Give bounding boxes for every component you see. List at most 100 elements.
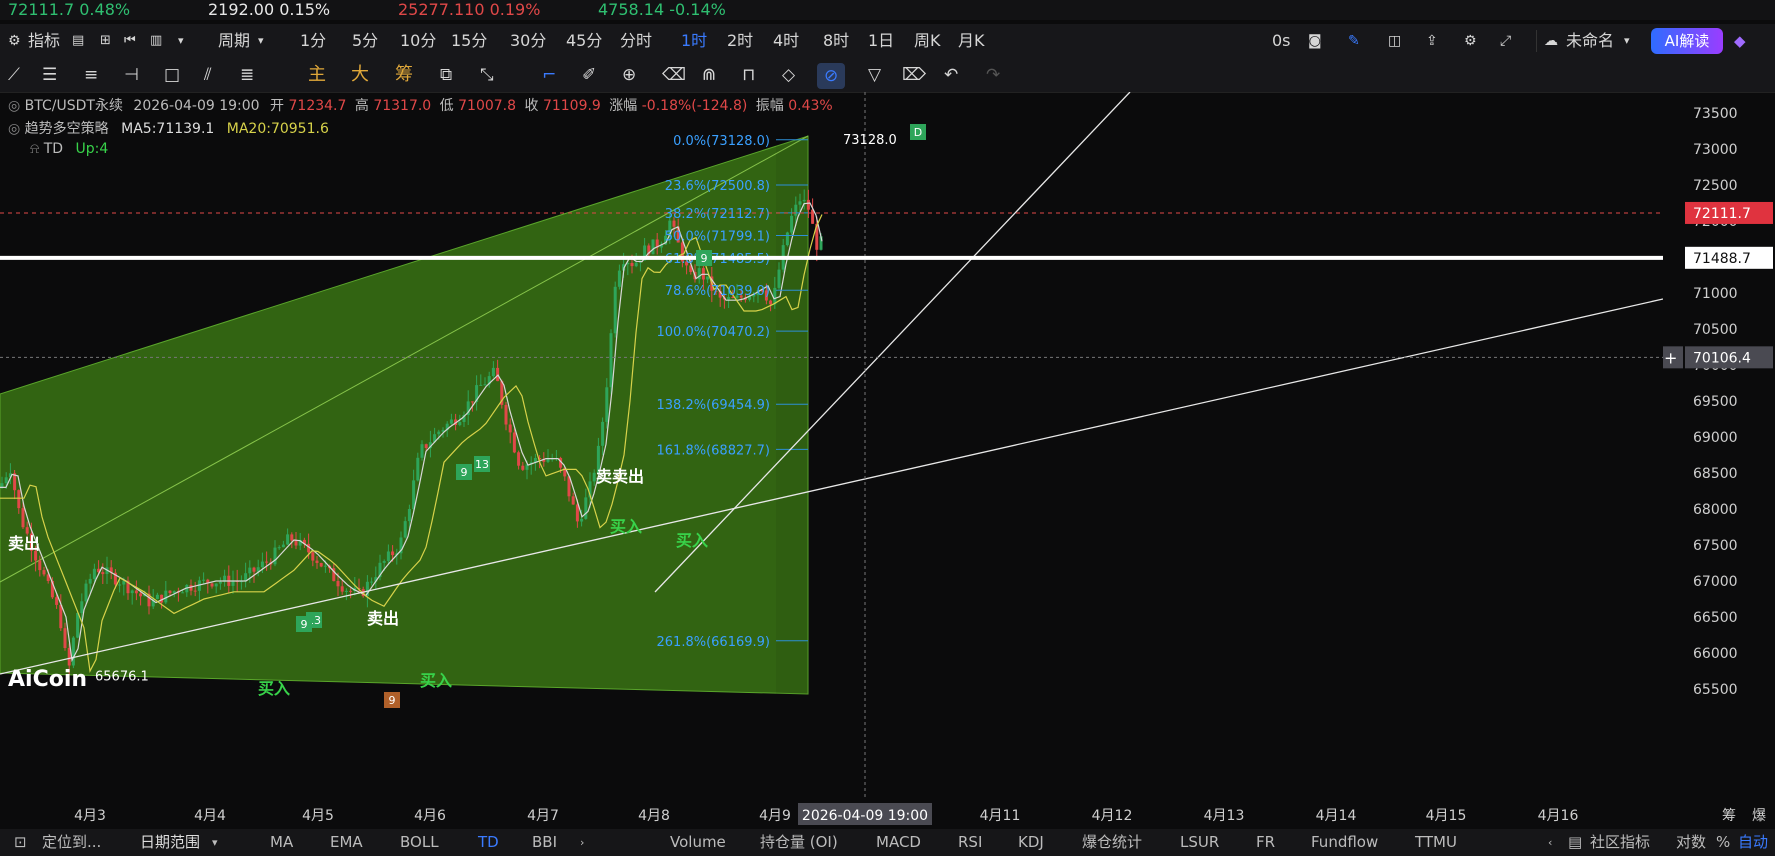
sub-indicator-3[interactable]: RSI [958,829,982,856]
interval-1分[interactable]: 1分 [300,24,326,58]
chevron-left-icon[interactable]: ‹ [1548,829,1552,856]
indicator-bbi[interactable]: BBI [532,829,557,856]
price-axis[interactable]: 65500 66000 66500 67000 67500 68000 68500 69000… [1663,92,1775,800]
zoom-icon[interactable]: ⊕ [622,58,636,92]
sub-indicator-8[interactable]: Fundflow [1311,829,1378,856]
ticker-item-2[interactable]: 25277.110 0.19% [398,0,540,20]
interval-1日[interactable]: 1日 [868,24,894,58]
ruler-icon[interactable]: ✐ [582,58,596,92]
community-icon[interactable]: ▤ [1568,829,1582,856]
chevron-down-icon[interactable]: ▾ [258,24,264,58]
calendar-icon[interactable]: ▤ [72,24,84,58]
line-tool-icon[interactable]: ⟋ [8,58,20,92]
candle-body [88,578,92,584]
hlines-tool-icon[interactable]: ☰ [42,58,57,92]
link-icon[interactable]: ⊘ [824,66,838,86]
interval-30分[interactable]: 30分 [510,24,546,58]
refresh-interval[interactable]: 0s [1272,24,1291,58]
settings-icon[interactable]: ⚙ [8,24,21,58]
date-axis[interactable]: 4月3 4月4 4月5 4月6 4月7 4月8 4月9 4月11 4月12 4月13 4月14 4月1… [0,800,1775,829]
community-indicator-button[interactable]: 社区指标 [1590,829,1650,856]
pencil-icon[interactable]: ✎ [1348,24,1360,58]
interval-4时[interactable]: 4时 [773,24,799,58]
locate-button[interactable]: 定位到... [42,829,101,856]
camera-icon[interactable]: ◙ [1308,24,1322,58]
interval-5分[interactable]: 5分 [352,24,378,58]
interval-15分[interactable]: 15分 [451,24,487,58]
filter-icon[interactable]: ▽ [868,58,881,92]
indicator-ema[interactable]: EMA [330,829,363,856]
eye-icon[interactable]: ◇ [782,58,795,92]
period-dropdown[interactable]: 周期 [218,24,250,58]
fullscreen-icon[interactable]: ⤢ [1500,24,1511,58]
chevron-down-icon[interactable]: ▾ [178,24,184,58]
sub-indicator-6[interactable]: LSUR [1180,829,1219,856]
eraser-icon[interactable]: ⌫ [662,58,686,92]
sub-indicator-1[interactable]: 持仓量 (OI) [760,829,838,856]
log-scale-toggle[interactable]: 对数 [1676,829,1706,856]
candle-body [71,637,75,666]
locate-icon[interactable]: ⊡ [14,829,27,856]
sub-indicator-4[interactable]: KDJ [1018,829,1044,856]
ticker-item-1[interactable]: 2192.00 0.15% [208,0,330,20]
share-icon[interactable]: ⇪ [1426,24,1438,58]
main-force-button[interactable]: 主 [308,58,326,92]
interval-分时[interactable]: 分时 [620,24,652,58]
chevron-right-icon[interactable]: › [580,829,584,856]
lock-icon[interactable]: ⊓ [742,58,755,92]
interval-10分[interactable]: 10分 [400,24,436,58]
sub-indicator-7[interactable]: FR [1256,829,1275,856]
edit-tool-icon[interactable]: ⧉ [440,58,452,92]
interval-45分[interactable]: 45分 [566,24,602,58]
measure-tool-icon[interactable]: ⤡ [480,58,494,92]
chip-button[interactable]: 筹 [395,58,413,92]
interval-周K[interactable]: 周K [914,24,941,58]
candle-body [319,563,323,567]
date-range-dropdown[interactable]: 日期范围 [140,829,200,856]
interval-月K[interactable]: 月K [958,24,985,58]
crosshair-price-value: 70106.4 [1693,350,1751,366]
layout-icon[interactable]: ☁ [1544,24,1558,58]
indicator-ma[interactable]: MA [270,829,293,856]
interval-2时[interactable]: 2时 [727,24,753,58]
cursor-tool-icon[interactable]: ⌐ [542,58,556,92]
redo-icon[interactable]: ↷ [986,58,1000,92]
sub-indicator-5[interactable]: 爆仓统计 [1082,829,1142,856]
rewind-icon[interactable]: ⏮ [124,24,136,58]
price-chart[interactable]: 0.0%(73128.0) 23.6%(72500.8) 38.2%(72112.7… [0,92,1663,800]
rectangle-tool-icon[interactable]: □ [164,58,180,92]
comment-icon[interactable]: ◫ [1388,24,1401,58]
indicator-button[interactable]: 指标 [28,24,60,58]
sub-indicator-0[interactable]: Volume [670,829,726,856]
percent-scale-toggle[interactable]: % [1716,829,1730,856]
undo-icon[interactable]: ↶ [944,58,958,92]
liquidation-toggle[interactable]: 爆 [1752,808,1766,824]
chip-distribution-toggle[interactable]: 筹 [1722,807,1736,824]
interval-1时[interactable]: 1时 [681,24,707,58]
trash-icon[interactable]: ⌦ [902,58,926,92]
gear-icon[interactable]: ⚙ [1464,24,1477,58]
auto-scale-toggle[interactable]: 自动 [1738,829,1768,856]
chevron-down-icon[interactable]: ▾ [1624,24,1630,58]
cross-line-tool-icon[interactable]: ⊣ [124,58,139,92]
sub-indicator-9[interactable]: TTMU [1415,829,1457,856]
interval-8时[interactable]: 8时 [823,24,849,58]
pattern-tool-icon[interactable]: ⫽ [204,58,212,92]
chevron-down-icon[interactable]: ▾ [212,829,218,856]
big-order-button[interactable]: 大 [351,58,369,92]
ticker-item-0[interactable]: 72111.7 0.48% [8,0,130,20]
template-icon[interactable]: ⊞ [100,24,111,58]
sub-indicator-2[interactable]: MACD [876,829,921,856]
fib-tool-icon[interactable]: ≣ [240,58,254,92]
ai-interpret-button[interactable]: AI解读 [1651,28,1723,54]
candle-body [706,276,710,280]
signal-label: 买入 [258,679,290,698]
magnet-icon[interactable]: ⋒ [702,58,716,92]
indicator-td[interactable]: TD [478,829,499,856]
plugin-icon[interactable]: ◆ [1734,24,1746,58]
indicator-boll[interactable]: BOLL [400,829,439,856]
parallel-tool-icon[interactable]: ≡ [84,58,98,92]
ticker-item-3[interactable]: 4758.14 -0.14% [598,0,726,20]
chart-type-icon[interactable]: ▥ [150,24,162,58]
layout-name-dropdown[interactable]: 未命名 [1566,24,1614,58]
